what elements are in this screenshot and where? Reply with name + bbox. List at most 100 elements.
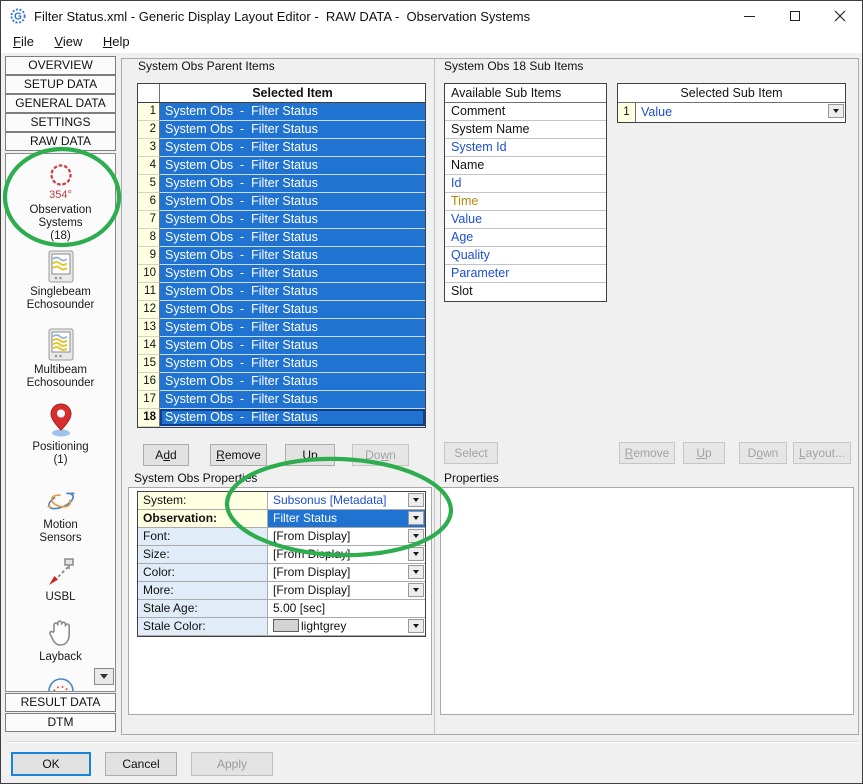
menu-item[interactable]: View — [46, 31, 90, 51]
dropdown-button[interactable] — [408, 565, 424, 579]
available-sub-item[interactable]: System Name — [445, 121, 606, 139]
sidebar-item-usbl[interactable]: USBL — [6, 556, 115, 604]
parent-items-action-button[interactable]: Remove — [210, 444, 267, 466]
row-number: 2 — [138, 121, 160, 139]
sidebar-item-observation-systems[interactable]: 354° Observation Systems (18) — [6, 162, 115, 243]
sub-item-action-button[interactable]: Down — [739, 442, 787, 464]
close-button[interactable] — [817, 1, 862, 31]
ok-button[interactable]: OK — [11, 752, 91, 776]
parent-item-row[interactable]: 6 System Obs - Filter Status — [138, 193, 425, 211]
sidebar-item-raw-data[interactable]: RAW DATA — [5, 132, 116, 151]
chevron-down-icon — [100, 674, 108, 679]
property-value-dropdown[interactable]: [From Display] — [268, 582, 425, 600]
available-sub-item[interactable]: Quality — [445, 247, 606, 265]
available-sub-item[interactable]: Slot — [445, 283, 606, 301]
row-number: 7 — [138, 211, 160, 229]
sidebar-item-multibeam-echosounder[interactable]: Multibeam Echosounder — [6, 328, 115, 390]
svg-text:G: G — [14, 12, 22, 23]
parent-items-action-button[interactable]: Down — [352, 444, 409, 466]
parent-item-row[interactable]: 15 System Obs - Filter Status — [138, 355, 425, 373]
available-sub-items-list: Available Sub Items Comment System Name … — [444, 83, 607, 302]
parent-item-row[interactable]: 16 System Obs - Filter Status — [138, 373, 425, 391]
sidebar-scroll-down-button[interactable] — [94, 668, 114, 685]
available-sub-item[interactable]: Name — [445, 157, 606, 175]
available-sub-item[interactable]: Age — [445, 229, 606, 247]
sidebar-item-setup-data[interactable]: SETUP DATA — [5, 75, 116, 94]
property-value-dropdown[interactable]: 5.00 [sec] — [268, 600, 425, 618]
sidebar-item-settings[interactable]: SETTINGS — [5, 113, 116, 132]
singlebeam-echosounder-icon — [48, 250, 74, 283]
sub-item-action-button[interactable]: Layout... — [793, 442, 851, 464]
sub-item-action-button[interactable]: Up — [683, 442, 725, 464]
available-sub-item[interactable]: Time — [445, 193, 606, 211]
menu-item[interactable]: Help — [95, 31, 138, 51]
sidebar-item-layback[interactable]: Layback — [6, 616, 115, 664]
row-label: System Obs - Filter Status — [160, 211, 425, 229]
menu-bar: File View Help — [1, 31, 862, 53]
parent-items-buttons: Add Remove Up Down — [137, 444, 426, 466]
sidebar-item-positioning[interactable]: Positioning (1) — [6, 402, 115, 467]
parent-item-row[interactable]: 2 System Obs - Filter Status — [138, 121, 425, 139]
row-number: 3 — [138, 139, 160, 157]
property-value-dropdown[interactable]: [From Display] — [268, 564, 425, 582]
select-button[interactable]: Select — [444, 442, 498, 464]
available-sub-item[interactable]: Parameter — [445, 265, 606, 283]
available-sub-item[interactable]: System Id — [445, 139, 606, 157]
menu-item[interactable]: File — [5, 31, 42, 51]
parent-item-row[interactable]: 10 System Obs - Filter Status — [138, 265, 425, 283]
property-value-dropdown[interactable]: Filter Status — [268, 510, 425, 528]
sub-item-action-button[interactable]: Remove — [619, 442, 675, 464]
sidebar-item-result-data[interactable]: RESULT DATA — [5, 693, 116, 712]
available-sub-item[interactable]: Value — [445, 211, 606, 229]
sidebar-item-motion-sensors[interactable]: Motion Sensors — [6, 486, 115, 545]
property-row: Font: [From Display] — [138, 528, 425, 546]
dropdown-button[interactable] — [408, 547, 424, 561]
dropdown-button[interactable] — [408, 493, 424, 507]
dropdown-button[interactable] — [828, 104, 844, 118]
dropdown-button[interactable] — [408, 511, 424, 525]
parent-item-row[interactable]: 9 System Obs - Filter Status — [138, 247, 425, 265]
property-value-dropdown[interactable]: Subsonus [Metadata] — [268, 492, 425, 510]
selected-sub-item-row[interactable]: 1 Value — [618, 103, 845, 122]
parent-item-row[interactable]: 12 System Obs - Filter Status — [138, 301, 425, 319]
parent-item-row[interactable]: 8 System Obs - Filter Status — [138, 229, 425, 247]
window-controls — [727, 1, 862, 31]
row-number-header — [138, 84, 160, 102]
sidebar-item-singlebeam-echosounder[interactable]: Singlebeam Echosounder — [6, 250, 115, 312]
property-value-text: [From Display] — [273, 583, 350, 597]
sidebar-item-overview[interactable]: OVERVIEW — [5, 56, 116, 75]
sidebar-item-label: Observation Systems (18) — [6, 204, 115, 243]
maximize-button[interactable] — [772, 1, 817, 31]
parent-item-row[interactable]: 18 System Obs - Filter Status — [138, 409, 425, 427]
available-sub-item[interactable]: Id — [445, 175, 606, 193]
parent-item-row[interactable]: 7 System Obs - Filter Status — [138, 211, 425, 229]
parent-item-row[interactable]: 17 System Obs - Filter Status — [138, 391, 425, 409]
cancel-button[interactable]: Cancel — [105, 752, 177, 776]
property-value-dropdown[interactable]: lightgrey — [268, 618, 425, 636]
parent-items-action-button[interactable]: Add — [143, 444, 189, 466]
sidebar-item-dtm[interactable]: DTM — [5, 713, 116, 732]
parent-item-row[interactable]: 13 System Obs - Filter Status — [138, 319, 425, 337]
dropdown-button[interactable] — [408, 619, 424, 633]
parent-item-row[interactable]: 14 System Obs - Filter Status — [138, 337, 425, 355]
minimize-button[interactable] — [727, 1, 772, 31]
property-value-text: [From Display] — [273, 547, 350, 561]
parent-items-action-button[interactable]: Up — [285, 444, 335, 466]
row-number: 6 — [138, 193, 160, 211]
parent-item-row[interactable]: 5 System Obs - Filter Status — [138, 175, 425, 193]
property-value-dropdown[interactable]: [From Display] — [268, 528, 425, 546]
available-sub-item[interactable]: Comment — [445, 103, 606, 121]
property-value-dropdown[interactable]: [From Display] — [268, 546, 425, 564]
parent-item-row[interactable]: 4 System Obs - Filter Status — [138, 157, 425, 175]
property-value-text: Subsonus [Metadata] — [273, 493, 386, 507]
available-sub-item-label: Quality — [451, 248, 490, 262]
partially-scrolled-icon — [46, 676, 76, 691]
dropdown-button[interactable] — [408, 529, 424, 543]
dropdown-button[interactable] — [408, 583, 424, 597]
sidebar-item-general-data[interactable]: GENERAL DATA — [5, 94, 116, 113]
parent-item-row[interactable]: 3 System Obs - Filter Status — [138, 139, 425, 157]
parent-item-row[interactable]: 1 System Obs - Filter Status — [138, 103, 425, 121]
parent-item-row[interactable]: 11 System Obs - Filter Status — [138, 283, 425, 301]
apply-button[interactable]: Apply — [191, 752, 273, 776]
row-label: System Obs - Filter Status — [160, 337, 425, 355]
